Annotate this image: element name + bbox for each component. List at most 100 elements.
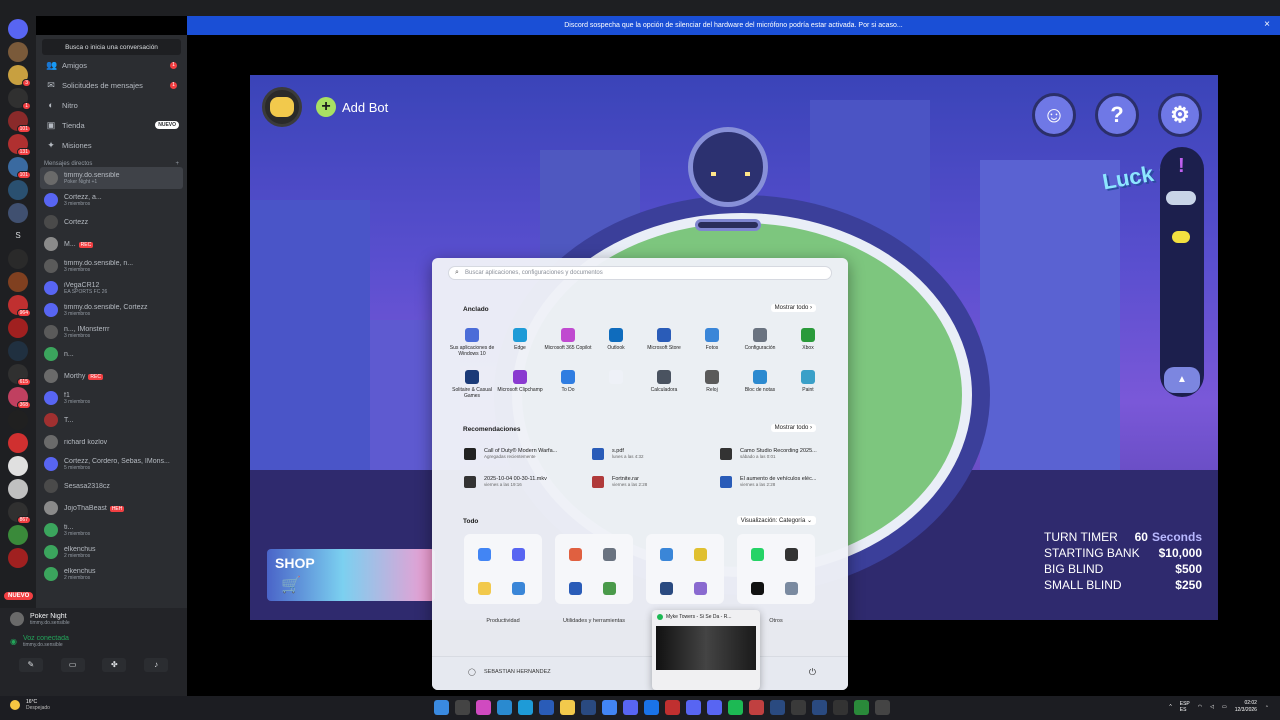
server-icon[interactable]: 3: [8, 65, 31, 87]
view-mode-button[interactable]: Visualización: Categoría ⌄: [736, 516, 816, 525]
server-icon[interactable]: 101: [8, 111, 31, 133]
soundboard-button[interactable]: ♪: [144, 658, 169, 672]
server-icon[interactable]: [8, 249, 28, 269]
language-indicator[interactable]: ESP ES: [1180, 701, 1190, 713]
server-icon[interactable]: [8, 203, 28, 223]
category-folder[interactable]: [464, 534, 542, 604]
pinned-app[interactable]: Configuración: [734, 328, 786, 351]
camera-off-button[interactable]: ✎: [18, 658, 43, 672]
nav-item-0[interactable]: 👥 Amigos 1: [36, 55, 187, 75]
taskbar-preview[interactable]: Myke Towers - Si Se Da - R...: [652, 610, 760, 690]
server-icon[interactable]: 131: [8, 134, 31, 156]
chat-icon[interactable]: [1172, 231, 1190, 243]
plus-icon[interactable]: +: [316, 97, 336, 117]
server-icon[interactable]: [8, 272, 28, 292]
pinned-app[interactable]: Paint: [782, 370, 834, 393]
server-icon[interactable]: 964: [8, 295, 31, 317]
volume-icon[interactable]: ◁: [1210, 704, 1214, 710]
pinned-app[interactable]: Bloc de notas: [734, 370, 786, 393]
dm-row[interactable]: timmy.do.sensible Poker Night +1: [40, 167, 183, 189]
start-icon[interactable]: [434, 700, 449, 715]
pinned-app[interactable]: Reloj: [686, 370, 738, 393]
server-icon[interactable]: [8, 341, 28, 361]
server-icon[interactable]: [8, 433, 28, 453]
taskbar-app-icon[interactable]: [539, 700, 554, 715]
dm-row[interactable]: ti... 3 miembros: [36, 519, 187, 541]
taskbar-app-icon[interactable]: [518, 700, 533, 715]
dm-row[interactable]: timmy.do.sensible, Cortezz 3 miembros: [36, 299, 187, 321]
dm-row[interactable]: Cortezz, Cordero, Sebas, IMons... 5 miemb…: [36, 453, 187, 475]
dm-row[interactable]: elkenchus 2 miembros: [36, 563, 187, 585]
search-conversation-button[interactable]: Busca o inicia una conversación: [42, 39, 181, 55]
show-all-pinned-button[interactable]: Mostrar todo ›: [770, 304, 816, 312]
dm-row[interactable]: elkenchus 2 miembros: [36, 541, 187, 563]
taskbar-app-icon[interactable]: [875, 700, 890, 715]
taskbar-app-icon[interactable]: [560, 700, 575, 715]
help-button[interactable]: ?: [1095, 93, 1139, 137]
pinned-app[interactable]: Microsoft 365 Copilot: [542, 328, 594, 351]
taskbar-app-icon[interactable]: [791, 700, 806, 715]
dm-row[interactable]: timmy.do.sensible, n... 3 miembros: [36, 255, 187, 277]
chevron-up-icon[interactable]: ▲: [1164, 367, 1200, 393]
exclamation-icon[interactable]: !: [1178, 155, 1185, 178]
pinned-app[interactable]: Edge: [494, 328, 546, 351]
wifi-icon[interactable]: ◠: [1198, 704, 1202, 710]
taskbar-app-icon[interactable]: [623, 700, 638, 715]
weather-widget[interactable]: 16°C Despejado: [10, 699, 50, 711]
dm-row[interactable]: n..., IMonsterrr 3 miembros: [36, 321, 187, 343]
add-bot-label[interactable]: Add Bot: [342, 100, 388, 115]
pinned-app[interactable]: Calculadora: [638, 370, 690, 393]
taskbar-app-icon[interactable]: [476, 700, 491, 715]
taskbar-app-icon[interactable]: [602, 700, 617, 715]
close-icon[interactable]: ×: [1264, 19, 1270, 30]
settings-button[interactable]: ⚙: [1158, 93, 1202, 137]
bell-icon[interactable]: ◔: [1265, 704, 1268, 710]
taskbar-app-icon[interactable]: [833, 700, 848, 715]
pinned-app[interactable]: [590, 370, 642, 387]
server-icon[interactable]: [8, 19, 28, 39]
dm-row[interactable]: n...: [36, 343, 187, 365]
dm-row[interactable]: JojoThaBeast HEH: [36, 497, 187, 519]
nav-item-2[interactable]: ◐ Nitro: [36, 95, 187, 115]
dm-row[interactable]: Cortezz, a... 3 miembros: [36, 189, 187, 211]
pinned-app[interactable]: Fotos: [686, 328, 738, 351]
server-icon[interactable]: [8, 318, 28, 338]
server-icon[interactable]: [8, 180, 28, 200]
recommendation-item[interactable]: El aumento de vehículos eléc... viernes a…: [720, 476, 848, 488]
recommendation-item[interactable]: Camo Studio Recording 2025... sábado a la…: [720, 448, 848, 460]
power-icon[interactable]: ⏻: [809, 667, 816, 678]
server-icon[interactable]: [8, 410, 28, 430]
server-icon[interactable]: [8, 548, 28, 568]
taskbar-app-icon[interactable]: [749, 700, 764, 715]
dm-row[interactable]: richard kozlov: [36, 431, 187, 453]
server-icon[interactable]: 615: [8, 364, 31, 386]
clock[interactable]: 02:02 12/3/2026: [1235, 700, 1257, 713]
pinned-app[interactable]: Sus aplicaciones de Windows 10: [446, 328, 498, 357]
pinned-app[interactable]: Microsoft Store: [638, 328, 690, 351]
server-icon[interactable]: [8, 479, 28, 499]
server-icon[interactable]: 101: [8, 157, 31, 179]
server-s[interactable]: S: [8, 226, 28, 246]
server-icon[interactable]: 368: [8, 387, 31, 409]
taskbar-app-icon[interactable]: [812, 700, 827, 715]
pinned-app[interactable]: Outlook: [590, 328, 642, 351]
pinned-app[interactable]: Microsoft Clipchamp: [494, 370, 546, 393]
taskbar-app-icon[interactable]: [686, 700, 701, 715]
activities-button[interactable]: ✤: [102, 658, 127, 672]
chevron-up-icon[interactable]: ^: [1169, 704, 1171, 710]
taskbar-app-icon[interactable]: [644, 700, 659, 715]
nav-item-3[interactable]: ▣ Tienda NUEVO: [36, 115, 187, 135]
server-icon[interactable]: 1: [8, 88, 31, 110]
category-folder[interactable]: [555, 534, 633, 604]
taskbar-app-icon[interactable]: [770, 700, 785, 715]
shop-banner[interactable]: SHOP 🛒: [267, 549, 435, 601]
pinned-app[interactable]: Solitaire & Casual Games: [446, 370, 498, 399]
server-icon[interactable]: [8, 525, 28, 545]
taskbar-app-icon[interactable]: [707, 700, 722, 715]
add-bot-control[interactable]: + Add Bot: [262, 87, 388, 127]
dm-row[interactable]: Sesasa2318cz: [36, 475, 187, 497]
user-name-button[interactable]: SEBASTIAN HERNANDEZ: [484, 669, 551, 675]
share-screen-button[interactable]: ▭: [60, 658, 85, 672]
dm-row[interactable]: T...: [36, 409, 187, 431]
dm-row[interactable]: f1 3 miembros: [36, 387, 187, 409]
